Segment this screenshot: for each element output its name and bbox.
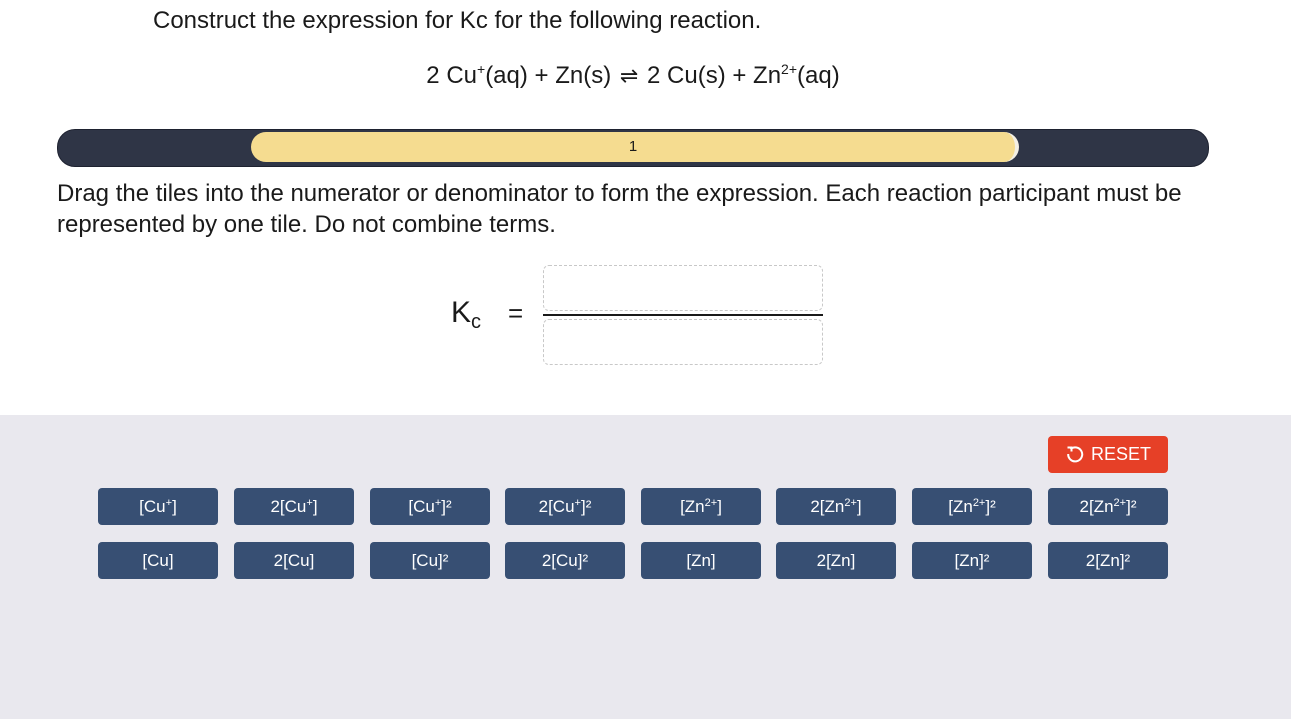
equals-sign: = — [508, 298, 524, 328]
tile-text: [Cu — [139, 497, 166, 516]
progress-fill: 1 — [251, 132, 1019, 162]
eq-right-sup1: 2+ — [781, 61, 798, 77]
tile-zn-squared[interactable]: [Zn]² — [912, 542, 1032, 579]
tile-2-cu[interactable]: 2[Cu] — [234, 542, 354, 579]
tile-text: [Zn — [680, 497, 705, 516]
tile-cu-squared[interactable]: [Cu]² — [370, 542, 490, 579]
progress-label: 1 — [628, 138, 638, 155]
reset-arrow-icon — [1067, 446, 1084, 463]
tile-text: ] — [856, 497, 862, 516]
tile-charge: 2+ — [704, 497, 718, 509]
eq-left-sup1: + — [477, 61, 486, 77]
eq-right-part2: (aq) — [797, 62, 840, 89]
tile-2-cu-plus[interactable]: 2[Cu+] — [234, 488, 354, 525]
eq-right-part1: 2 Cu(s) + Zn — [647, 62, 782, 89]
tile-text: 2[Zn — [1079, 497, 1114, 516]
fraction-bar — [543, 314, 823, 316]
reset-label: RESET — [1090, 444, 1151, 464]
tile-zn[interactable]: [Zn] — [641, 542, 761, 579]
tile-charge: 2+ — [844, 497, 857, 509]
eq-left-part2: (aq) + Zn(s) — [485, 62, 612, 89]
tile-text: ]² — [441, 497, 452, 516]
tile-text: ] — [717, 497, 722, 516]
tile-text: ]² — [985, 497, 996, 516]
kc-subscript: c — [471, 311, 482, 333]
tile-cu[interactable]: [Cu] — [98, 542, 218, 579]
tile-2-zn-2plus[interactable]: 2[Zn2+] — [776, 488, 896, 525]
tile-text: [Cu — [408, 497, 435, 516]
tile-text: 2[Zn — [810, 497, 845, 516]
tile-2-cu-plus-squared[interactable]: 2[Cu+]² — [505, 488, 625, 525]
reaction-equation: 2 Cu+(aq) + Zn(s) ⇌ 2 Cu(s) + Zn2+(aq) — [0, 60, 1266, 92]
numerator-dropzone[interactable] — [543, 265, 823, 311]
tile-zn-2plus[interactable]: [Zn2+] — [641, 488, 761, 525]
instructions: Drag the tiles into the numerator or den… — [57, 180, 1182, 238]
kc-k: K — [451, 296, 472, 329]
tile-text: ]² — [1126, 497, 1137, 516]
tile-cu-plus-squared[interactable]: [Cu+]² — [370, 488, 490, 525]
tile-cu-plus[interactable]: [Cu+] — [98, 488, 218, 525]
progress-bar: 1 — [57, 129, 1209, 167]
reset-button[interactable]: RESET — [1048, 436, 1168, 473]
kc-label: Kc — [451, 296, 482, 333]
tile-text: [Zn — [948, 497, 973, 516]
tile-2-cu-squared[interactable]: 2[Cu]² — [505, 542, 625, 579]
tile-text: 2[Cu — [538, 497, 575, 516]
tile-2-zn-squared[interactable]: 2[Zn]² — [1048, 542, 1168, 579]
tile-text: ] — [312, 497, 318, 516]
tile-text: ]² — [580, 497, 592, 516]
tile-text: 2[Cu — [270, 497, 307, 516]
tile-charge: 2+ — [1113, 497, 1127, 509]
question-title: Construct the expression for Kc for the … — [153, 7, 762, 34]
eq-left-part1: 2 Cu — [426, 62, 477, 89]
tile-zn-2plus-squared[interactable]: [Zn2+]² — [912, 488, 1032, 525]
tile-2-zn[interactable]: 2[Zn] — [776, 542, 896, 579]
tile-charge: 2+ — [972, 497, 986, 509]
equilibrium-arrow-icon: ⇌ — [619, 63, 639, 88]
denominator-dropzone[interactable] — [543, 319, 823, 365]
tile-text: ] — [172, 497, 177, 516]
tile-2-zn-2plus-squared[interactable]: 2[Zn2+]² — [1048, 488, 1168, 525]
